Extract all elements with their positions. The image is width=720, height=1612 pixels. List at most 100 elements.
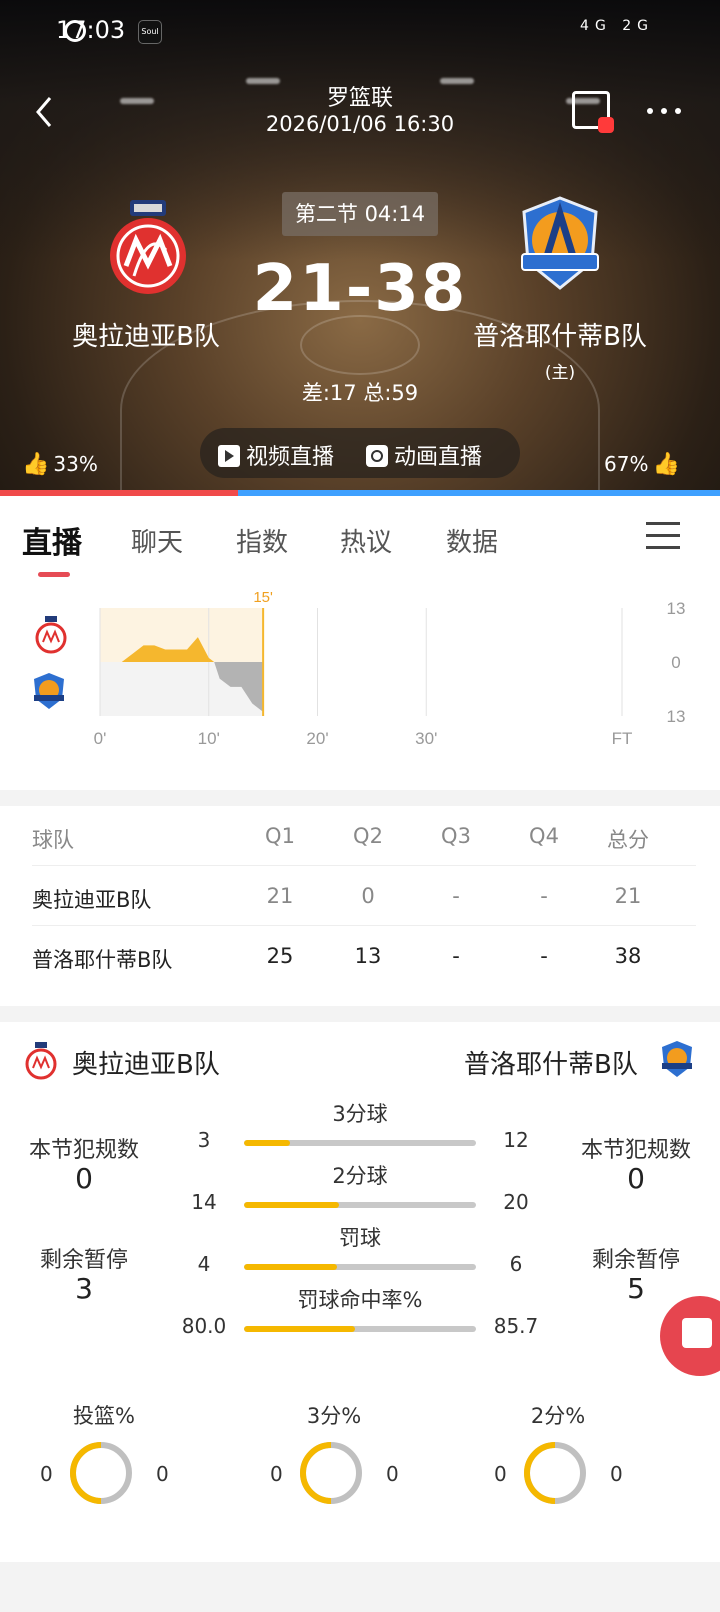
ring-title: 投篮% <box>73 1404 135 1428</box>
ring-chart <box>70 1442 132 1504</box>
ring-chart <box>300 1442 362 1504</box>
table-header-row: 球队 Q1 Q2 Q3 Q4 总分 <box>32 806 696 866</box>
chart-current-time-label: 15' <box>253 589 273 606</box>
row-q4: - <box>540 944 548 968</box>
ring-home-value: 0 <box>40 1462 53 1486</box>
league-name: 罗篮联 <box>326 86 393 111</box>
momentum-chart: 15' 0' 10' 20' 30' FT 13 0 13 <box>0 586 720 790</box>
stat-bar-home-fill <box>244 1326 356 1332</box>
chart-y-tick: 13 <box>667 599 686 618</box>
two-pct: 2分% 0 0 <box>458 1400 658 1520</box>
row-total: 21 <box>614 884 642 908</box>
three-pct: 3分% 0 0 <box>234 1400 434 1520</box>
more-icon[interactable] <box>644 96 684 126</box>
home-timeouts-value: 3 <box>75 1272 93 1305</box>
table-row: 奥拉迪亚B队 21 0 - - 21 <box>32 866 696 926</box>
stat-bar <box>244 1264 476 1270</box>
stat-label: 3分球 <box>332 1102 388 1126</box>
stat-away-value: 20 <box>503 1190 529 1214</box>
float-window-button[interactable] <box>572 91 614 133</box>
active-tab-indicator <box>38 572 70 577</box>
stat-bar-home-fill <box>244 1140 291 1146</box>
row-q3: - <box>452 884 460 908</box>
chart-x-tick: FT <box>612 729 633 748</box>
stat-bar-home-fill <box>244 1202 340 1208</box>
row-q3: - <box>452 944 460 968</box>
ring-title: 3分% <box>306 1404 362 1428</box>
play-icon <box>218 445 240 467</box>
stats-away-name: 普洛耶什蒂B队 <box>464 1050 638 1080</box>
score-diff-total: 差:17 总:59 <box>301 381 419 405</box>
away-timeouts-label: 剩余暂停 <box>591 1248 680 1273</box>
match-score: 21-38 <box>252 252 468 326</box>
stat-home-value: 80.0 <box>181 1314 227 1338</box>
animation-live-button[interactable]: 动画直播 <box>366 439 482 471</box>
match-header: 17:03 Soul 4G 2G 罗篮联 2026/01/06 16:30 奥拉… <box>0 0 720 492</box>
chart-x-tick: 10' <box>198 729 220 748</box>
animation-icon <box>366 445 388 467</box>
stat-away-value: 85.7 <box>493 1314 539 1338</box>
team-stats: 奥拉迪亚B队 普洛耶什蒂B队 本节犯规数 0 本节犯规数 0 剩余暂停 3 剩余… <box>0 1022 720 1562</box>
stat-bar <box>244 1202 476 1208</box>
thumbs-up-icon: 👍 <box>652 452 680 477</box>
row-q4: - <box>540 884 548 908</box>
stat-home-value: 14 <box>191 1190 217 1214</box>
chart-x-tick: 0' <box>94 729 107 748</box>
thumbs-up-icon: 👍 <box>22 452 50 477</box>
ring-away-value: 0 <box>610 1462 623 1486</box>
home-vote[interactable]: 👍 33% <box>18 452 98 477</box>
row-q1: 21 <box>266 884 294 908</box>
header-team: 球队 <box>32 828 74 852</box>
header-q3: Q3 <box>441 824 471 848</box>
header-total: 总分 <box>607 828 649 852</box>
stat-row-ft-pct: 罚球命中率% 80.0 85.7 <box>170 1284 550 1344</box>
home-mini-logo <box>24 1042 58 1080</box>
live-options: 视频直播 动画直播 <box>200 428 520 478</box>
chart-x-tick: 30' <box>415 729 437 748</box>
stat-row-free-throws: 罚球 4 6 <box>170 1222 550 1282</box>
row-team: 普洛耶什蒂B队 <box>32 948 173 972</box>
status-bar: 17:03 Soul 4G 2G <box>0 0 720 66</box>
tab-discussion[interactable]: 热议 <box>340 522 392 559</box>
home-vote-pct: 33% <box>53 452 98 476</box>
row-q2: 13 <box>354 944 382 968</box>
stats-home-name: 奥拉迪亚B队 <box>72 1050 220 1080</box>
battery-icon <box>64 20 86 42</box>
stat-row-three-pointers: 3分球 3 12 <box>170 1098 550 1158</box>
row-q2: 0 <box>361 884 375 908</box>
tab-odds[interactable]: 指数 <box>236 522 288 559</box>
stat-row-two-pointers: 2分球 14 20 <box>170 1160 550 1220</box>
tab-data[interactable]: 数据 <box>446 522 498 559</box>
header-q2: Q2 <box>353 824 383 848</box>
video-live-label: 视频直播 <box>246 445 335 470</box>
stat-home-value: 4 <box>197 1252 211 1276</box>
away-vote[interactable]: 67% 👍 <box>604 452 684 477</box>
home-fouls-label: 本节犯规数 <box>28 1138 139 1163</box>
chart-y-tick: 0 <box>671 653 680 672</box>
tab-bar: 直播 聊天 指数 热议 数据 <box>0 496 720 586</box>
menu-icon[interactable] <box>646 522 680 550</box>
period-clock: 第二节 04:14 <box>282 192 438 236</box>
stat-label: 2分球 <box>332 1164 388 1188</box>
float-window-dot-icon <box>598 117 614 133</box>
fg-pct: 投篮% 0 0 <box>4 1400 204 1520</box>
ring-home-value: 0 <box>270 1462 283 1486</box>
stat-label: 罚球 <box>339 1226 381 1250</box>
tab-live[interactable]: 直播 <box>22 518 82 562</box>
header-q4: Q4 <box>529 824 559 848</box>
stat-away-value: 6 <box>509 1252 523 1276</box>
header-q1: Q1 <box>265 824 295 848</box>
stat-home-value: 3 <box>197 1128 211 1152</box>
score-table: 球队 Q1 Q2 Q3 Q4 总分 奥拉迪亚B队 21 0 - - 21 普洛耶… <box>0 806 720 1006</box>
home-timeouts-label: 剩余暂停 <box>39 1248 128 1273</box>
ring-title: 2分% <box>530 1404 586 1428</box>
edit-icon <box>682 1318 712 1348</box>
tab-chat[interactable]: 聊天 <box>131 522 183 559</box>
stat-bar-home-fill <box>244 1264 337 1270</box>
momentum-svg: 15' 0' 10' 20' 30' FT 13 0 13 <box>94 589 686 748</box>
video-live-button[interactable]: 视频直播 <box>218 439 334 471</box>
stat-away-value: 12 <box>503 1128 529 1152</box>
signal-icons: 4G 2G <box>580 18 654 34</box>
home-fouls-value: 0 <box>75 1162 93 1195</box>
ring-away-value: 0 <box>386 1462 399 1486</box>
